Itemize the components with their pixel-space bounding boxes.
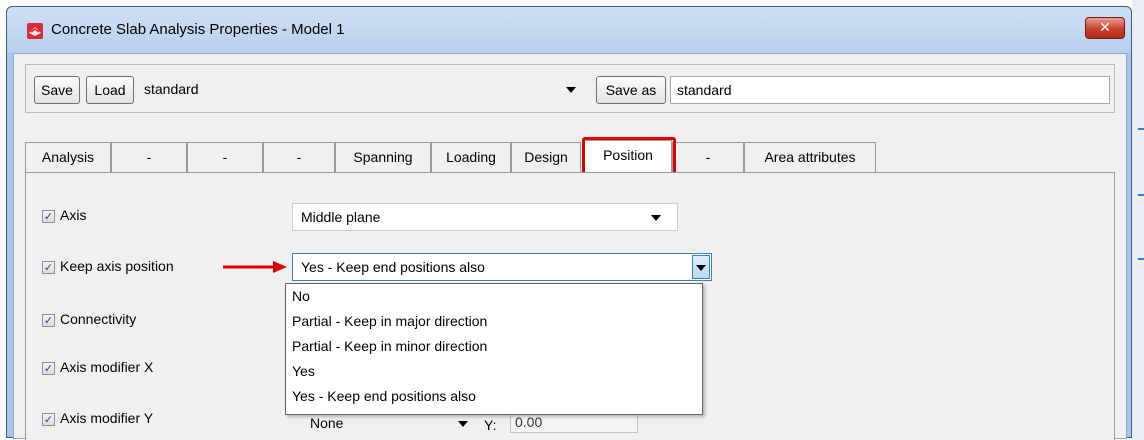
tab-blank-2[interactable]: - bbox=[187, 142, 263, 172]
keep-axis-position-value: Yes - Keep end positions also bbox=[301, 259, 485, 275]
tab-blank-3[interactable]: - bbox=[263, 142, 335, 172]
background-window-edge bbox=[1132, 0, 1144, 440]
option-yes-keep-end[interactable]: Yes - Keep end positions also bbox=[292, 388, 476, 404]
keep-axis-position-select[interactable]: Yes - Keep end positions also bbox=[292, 253, 712, 281]
annotation-arrow-icon bbox=[223, 261, 287, 273]
close-icon: ✕ bbox=[1099, 20, 1111, 36]
load-settings-select[interactable]: standard bbox=[138, 76, 586, 104]
tab-loading[interactable]: Loading bbox=[431, 142, 511, 172]
chevron-down-icon bbox=[458, 421, 468, 427]
axis-modifier-y-checkbox[interactable]: ✓ bbox=[42, 413, 55, 426]
keep-axis-position-checkbox[interactable]: ✓ bbox=[42, 261, 55, 274]
tab-blank-4[interactable]: - bbox=[672, 142, 744, 172]
window-title: Concrete Slab Analysis Properties - Mode… bbox=[51, 21, 345, 38]
axis-modifier-y-label: Axis modifier Y bbox=[60, 410, 154, 426]
option-partial-major[interactable]: Partial - Keep in major direction bbox=[292, 313, 487, 329]
option-partial-minor[interactable]: Partial - Keep in minor direction bbox=[292, 338, 487, 354]
app-icon bbox=[27, 23, 43, 39]
load-button[interactable]: Load bbox=[86, 76, 134, 104]
dropdown-button[interactable] bbox=[692, 255, 710, 279]
axis-modifier-y-select[interactable]: None bbox=[310, 415, 343, 431]
save-button[interactable]: Save bbox=[34, 76, 80, 104]
axis-modifier-x-label: Axis modifier X bbox=[60, 359, 154, 375]
option-yes[interactable]: Yes bbox=[292, 363, 315, 379]
axis-select-value: Middle plane bbox=[301, 209, 381, 225]
connectivity-checkbox[interactable]: ✓ bbox=[42, 314, 55, 327]
option-no[interactable]: No bbox=[292, 288, 310, 304]
axis-select[interactable]: Middle plane bbox=[292, 203, 678, 231]
title-bar[interactable]: Concrete Slab Analysis Properties - Mode… bbox=[7, 7, 1131, 53]
connectivity-label: Connectivity bbox=[60, 311, 137, 327]
dialog-window: Concrete Slab Analysis Properties - Mode… bbox=[6, 6, 1132, 440]
axis-label: Axis bbox=[60, 207, 87, 223]
tab-highlight-box bbox=[582, 137, 676, 175]
save-as-name-input[interactable]: standard bbox=[670, 76, 1110, 104]
chevron-down-icon bbox=[651, 215, 661, 221]
tab-spanning[interactable]: Spanning bbox=[335, 142, 431, 172]
keep-axis-position-options: No Partial - Keep in major direction Par… bbox=[285, 283, 703, 415]
close-button[interactable]: ✕ bbox=[1085, 17, 1125, 39]
axis-modifier-y-coord-label: Y: bbox=[484, 417, 497, 433]
load-settings-value: standard bbox=[144, 81, 199, 97]
axis-modifier-x-checkbox[interactable]: ✓ bbox=[42, 362, 55, 375]
axis-checkbox[interactable]: ✓ bbox=[42, 210, 55, 223]
tab-area-attributes[interactable]: Area attributes bbox=[744, 142, 876, 172]
save-as-button[interactable]: Save as bbox=[596, 76, 666, 104]
tab-analysis[interactable]: Analysis bbox=[25, 142, 111, 172]
chevron-down-icon bbox=[696, 265, 706, 271]
settings-toolbar: Save Load standard Save as standard bbox=[25, 64, 1115, 113]
keep-axis-position-label: Keep axis position bbox=[60, 258, 174, 274]
tab-design[interactable]: Design bbox=[511, 142, 581, 172]
chevron-down-icon bbox=[566, 87, 576, 93]
tab-blank-1[interactable]: - bbox=[111, 142, 187, 172]
